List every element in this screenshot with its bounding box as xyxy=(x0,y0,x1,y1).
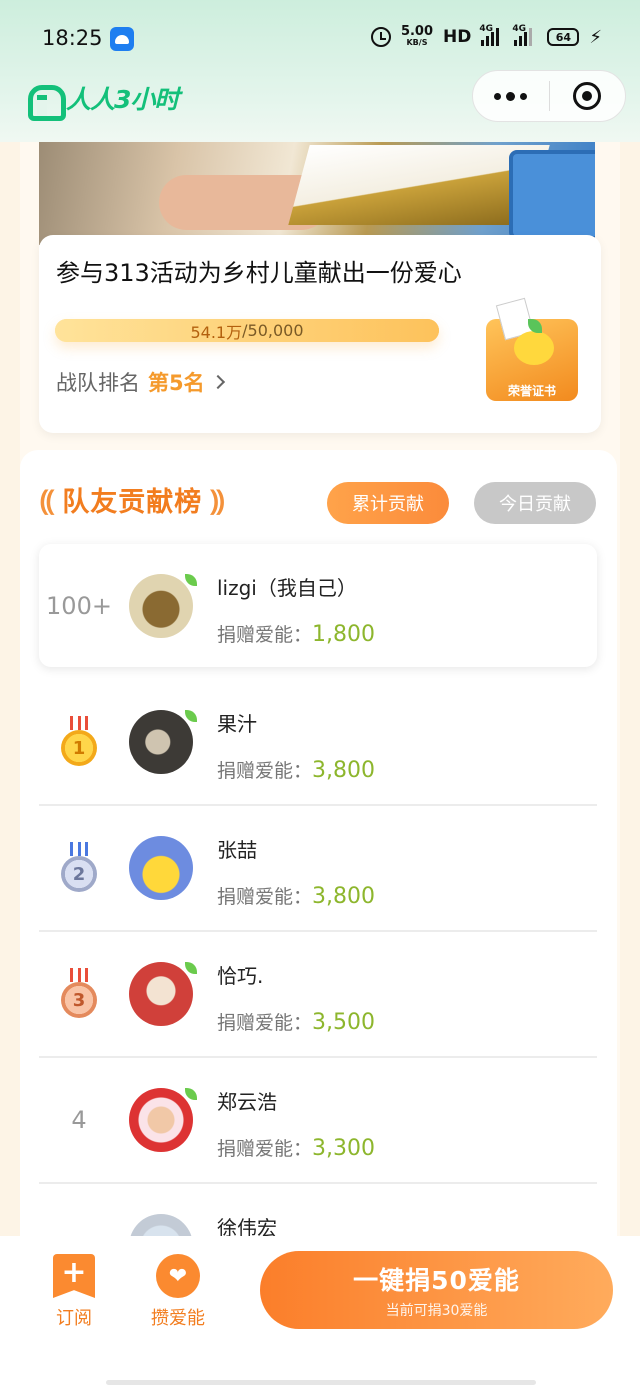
bookmark-plus-icon: + xyxy=(53,1254,95,1298)
one-click-donate-button[interactable]: 一键捐50爱能 当前可捐30爱能 xyxy=(260,1251,613,1329)
avatar xyxy=(129,962,193,1026)
user-name: 恰巧. xyxy=(217,964,264,988)
activity-title: 参与313活动为乡村儿童献出一份爱心 xyxy=(56,259,462,287)
table-row[interactable]: 4 郑云浩 捐赠爱能：3,300 xyxy=(39,1058,597,1184)
hd-indicator: HD xyxy=(443,27,472,47)
silver-medal-icon: 2 xyxy=(61,842,97,892)
activity-card: 参与313活动为乡村儿童献出一份爱心 54.1万/50,000 战队排名 第5名… xyxy=(39,235,601,433)
donation-amount: 捐赠爱能：3,500 xyxy=(217,1010,375,1035)
target-icon xyxy=(573,82,602,110)
avatar xyxy=(129,836,193,900)
status-bar: 18:25 5.00 KB/S HD 4G 4G 64 ⚡ xyxy=(0,0,640,70)
user-name: 果汁 xyxy=(217,712,257,736)
brand-name: 人人3小时 xyxy=(66,85,179,114)
certificate-label: 荣誉证书 xyxy=(507,384,556,398)
miniprogram-capsule xyxy=(472,70,626,122)
top-header: 18:25 5.00 KB/S HD 4G 4G 64 ⚡ 人人3小时 xyxy=(0,0,640,142)
signal-icon: 4G xyxy=(479,24,504,46)
honor-certificate-badge[interactable]: 荣誉证书 xyxy=(486,297,578,403)
progress-target: /50,000 xyxy=(242,321,304,340)
network-speed: 5.00 KB/S xyxy=(400,24,434,47)
donate-main-label: 一键捐50爱能 xyxy=(353,1265,520,1295)
laurel-right-icon: ⸩ xyxy=(210,483,225,517)
sprout-icon xyxy=(185,962,197,974)
rank-number: 4 xyxy=(71,1106,87,1134)
sprout-icon xyxy=(185,710,197,722)
close-button[interactable] xyxy=(550,71,626,121)
progress-text: 54.1万/50,000 xyxy=(55,319,439,342)
brand-logo: 人人3小时 xyxy=(26,80,179,121)
my-rank-row[interactable]: 100+ lizgi（我自己） 捐赠爱能：1,800 xyxy=(39,544,597,667)
logo-icon xyxy=(26,81,66,121)
user-name: 张喆 xyxy=(217,838,257,862)
charging-icon: ⚡ xyxy=(589,26,602,48)
donation-amount: 捐赠爱能：3,800 xyxy=(217,884,375,909)
donation-progress-bar: 54.1万/50,000 xyxy=(55,319,439,342)
team-rank-label: 战队排名 xyxy=(56,371,140,395)
progress-current: 54.1万 xyxy=(190,322,243,342)
gold-medal-icon: 1 xyxy=(61,716,97,766)
laurel-left-icon: ⸨ xyxy=(40,483,55,517)
alarm-icon xyxy=(370,27,391,47)
table-row[interactable]: 3 恰巧. 捐赠爱能：3,500 xyxy=(39,932,597,1058)
more-dots-icon xyxy=(494,92,502,100)
mascot-icon xyxy=(514,331,554,365)
tab-today-contribution[interactable]: 今日贡献 xyxy=(474,482,596,524)
heart-icon: ❤ xyxy=(156,1254,200,1298)
leaderboard-title: ⸨ 队友贡献榜 ⸩ xyxy=(40,480,224,519)
donation-amount: 捐赠爱能：3,300 xyxy=(217,1136,375,1161)
home-indicator[interactable] xyxy=(106,1380,536,1385)
user-name: lizgi（我自己） xyxy=(217,576,357,600)
avatar xyxy=(129,574,193,638)
tab-total-contribution[interactable]: 累计贡献 xyxy=(327,482,449,524)
donation-amount: 捐赠爱能：3,800 xyxy=(217,758,375,783)
avatar xyxy=(129,710,193,774)
chevron-right-icon xyxy=(210,374,225,390)
team-rank-value: 第5名 xyxy=(148,371,205,395)
bottom-action-bar: + 订阅 ❤ 攒爱能 一键捐50爱能 当前可捐30爱能 xyxy=(0,1236,640,1386)
signal-icon: 4G xyxy=(512,24,537,46)
rank-number: 100+ xyxy=(46,592,112,620)
sprout-icon xyxy=(185,1088,197,1100)
bronze-medal-icon: 3 xyxy=(61,968,97,1018)
more-button[interactable] xyxy=(473,71,549,121)
table-row[interactable]: 1 果汁 捐赠爱能：3,800 xyxy=(39,680,597,806)
subscribe-button[interactable]: + 订阅 xyxy=(44,1254,104,1330)
android-app-icon xyxy=(110,27,134,51)
team-rank-link[interactable]: 战队排名 第5名 xyxy=(56,367,225,397)
table-row[interactable]: 2 张喆 捐赠爱能：3,800 xyxy=(39,806,597,932)
donation-amount: 捐赠爱能：1,800 xyxy=(217,622,375,647)
donate-sub-label: 当前可捐30爱能 xyxy=(385,1302,488,1319)
sprout-icon xyxy=(185,574,197,586)
collect-energy-button[interactable]: ❤ 攒爱能 xyxy=(142,1254,214,1330)
battery-icon: 64 xyxy=(547,28,580,46)
user-name: 郑云浩 xyxy=(217,1090,277,1114)
status-time: 18:25 xyxy=(42,26,103,50)
avatar xyxy=(129,1088,193,1152)
